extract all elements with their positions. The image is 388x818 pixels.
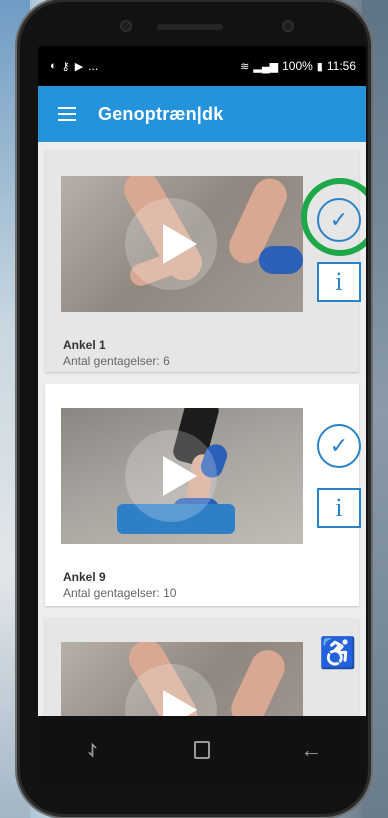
info-button[interactable]: i <box>317 488 361 528</box>
status-icons-left: ◐ ⚷ ▶ ... <box>50 59 98 73</box>
exercise-video-thumbnail[interactable] <box>61 176 303 312</box>
complete-button[interactable]: ✓ <box>317 198 361 242</box>
wifi-icon: ≋ <box>240 60 250 73</box>
exercise-reps: Antal gentagelser: 10 <box>63 586 177 600</box>
exercise-card[interactable]: ✓ i Ankel 9 Antal gentagelser: 10 <box>45 384 361 606</box>
phone-screen: ◐ ⚷ ▶ ... ≋ ▂▄▆ 100% ▮ 11:56 Genoptræn|d… <box>38 46 366 784</box>
status-bar: ◐ ⚷ ▶ ... ≋ ▂▄▆ 100% ▮ 11:56 <box>38 46 366 86</box>
complete-button[interactable]: ✓ <box>317 424 361 468</box>
phone-camera <box>282 20 294 32</box>
play-icon[interactable] <box>163 456 197 496</box>
key-icon: ⚷ <box>61 60 70 73</box>
leg-figure <box>225 644 291 716</box>
exercise-card[interactable]: ✓ i Ankel 1 Antal gentagelser: 6 <box>45 150 366 372</box>
person-exercise-icon[interactable]: ♿ <box>319 636 356 690</box>
play-icon[interactable] <box>163 690 197 716</box>
shoe-figure <box>259 246 303 274</box>
exercise-card[interactable]: ♿ <box>45 618 359 716</box>
phone-frame: ◐ ⚷ ▶ ... ≋ ▂▄▆ 100% ▮ 11:56 Genoptræn|d… <box>20 2 368 814</box>
recent-apps-icon[interactable]: ⥌ <box>73 730 113 770</box>
exercise-video-thumbnail[interactable] <box>61 408 303 544</box>
status-time: 11:56 <box>326 59 356 73</box>
status-icons-right: ≋ ▂▄▆ 100% ▮ 11:56 <box>240 59 356 73</box>
phone-speaker <box>157 24 223 30</box>
home-icon[interactable] <box>182 730 222 770</box>
signal-icon: ▂▄▆ <box>253 60 279 73</box>
phone-sensor <box>120 20 132 32</box>
play-icon[interactable] <box>163 224 197 264</box>
battery-icon: ▮ <box>316 60 323 73</box>
exercise-name: Ankel 9 <box>63 570 106 584</box>
exercise-list: ✓ i Ankel 1 Antal gentagelser: 6 ✓ i Ank… <box>38 142 366 716</box>
circle-icon: ◐ <box>50 60 57 72</box>
menu-icon[interactable] <box>58 107 76 121</box>
info-button[interactable]: i <box>317 262 361 302</box>
exercise-reps: Antal gentagelser: 6 <box>63 354 170 368</box>
battery-percent: 100% <box>282 59 313 73</box>
app-bar: Genoptræn|dk <box>38 86 366 142</box>
exercise-video-thumbnail[interactable] <box>61 642 303 716</box>
back-icon[interactable]: ← <box>291 730 331 770</box>
app-title: Genoptræn|dk <box>98 103 224 124</box>
navigation-bar: ⥌ ← <box>38 716 366 784</box>
play-store-icon: ▶ <box>74 60 84 73</box>
exercise-name: Ankel 1 <box>63 338 106 352</box>
status-ellipsis: ... <box>88 59 99 73</box>
